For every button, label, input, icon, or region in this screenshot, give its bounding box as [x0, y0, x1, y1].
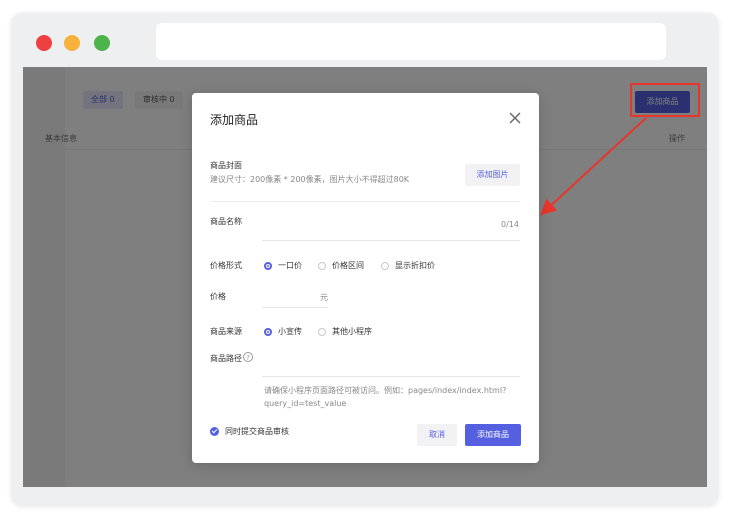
price-unit: 元: [320, 293, 328, 302]
add-product-dialog: 添加商品 商品封面 建议尺寸：200像素 * 200像素，图片大小不得超过80K…: [192, 93, 539, 463]
submit-review-checkbox[interactable]: 同时提交商品审核: [210, 426, 289, 437]
radio-source-xiaoxuanchuan[interactable]: 小宣传: [264, 326, 302, 337]
radio-selected-icon: [264, 261, 272, 270]
radio-fixed-price[interactable]: 一口价: [264, 260, 302, 271]
divider: [210, 201, 520, 202]
help-icon[interactable]: ?: [243, 352, 253, 362]
radio-label: 价格区间: [332, 261, 364, 270]
product-name-input[interactable]: [262, 210, 520, 241]
close-icon[interactable]: [508, 111, 522, 125]
cover-label: 商品封面: [210, 161, 242, 170]
check-icon: [210, 427, 219, 436]
confirm-add-product-button[interactable]: 添加商品: [465, 424, 521, 446]
add-image-button[interactable]: 添加图片: [465, 164, 520, 186]
radio-selected-icon: [264, 327, 272, 336]
submit-review-label: 同时提交商品审核: [225, 427, 289, 436]
cancel-button[interactable]: 取消: [417, 424, 457, 446]
radio-label: 其他小程序: [332, 327, 372, 336]
radio-label: 小宣传: [278, 327, 302, 336]
radio-unselected-icon: [318, 261, 326, 270]
radio-unselected-icon: [381, 261, 389, 270]
radio-price-range[interactable]: 价格区间: [318, 260, 364, 271]
price-input[interactable]: [262, 287, 328, 308]
path-label: 商品路径: [210, 354, 242, 363]
radio-label: 一口价: [278, 261, 302, 270]
radio-discount-price[interactable]: 显示折扣价: [381, 260, 435, 271]
radio-unselected-icon: [318, 327, 326, 336]
name-label: 商品名称: [210, 217, 242, 226]
name-char-counter: 0/14: [501, 220, 519, 229]
path-hint: 请确保小程序页面路径可被访问。例如：pages/index/index.html…: [264, 386, 507, 408]
radio-source-other-miniprogram[interactable]: 其他小程序: [318, 326, 372, 337]
product-path-input[interactable]: [262, 350, 520, 377]
radio-label: 显示折扣价: [395, 261, 435, 270]
cover-hint: 建议尺寸：200像素 * 200像素，图片大小不得超过80K: [210, 175, 410, 184]
price-type-label: 价格形式: [210, 261, 242, 270]
price-label: 价格: [210, 292, 226, 301]
dialog-title: 添加商品: [210, 113, 259, 127]
source-label: 商品来源: [210, 327, 242, 336]
